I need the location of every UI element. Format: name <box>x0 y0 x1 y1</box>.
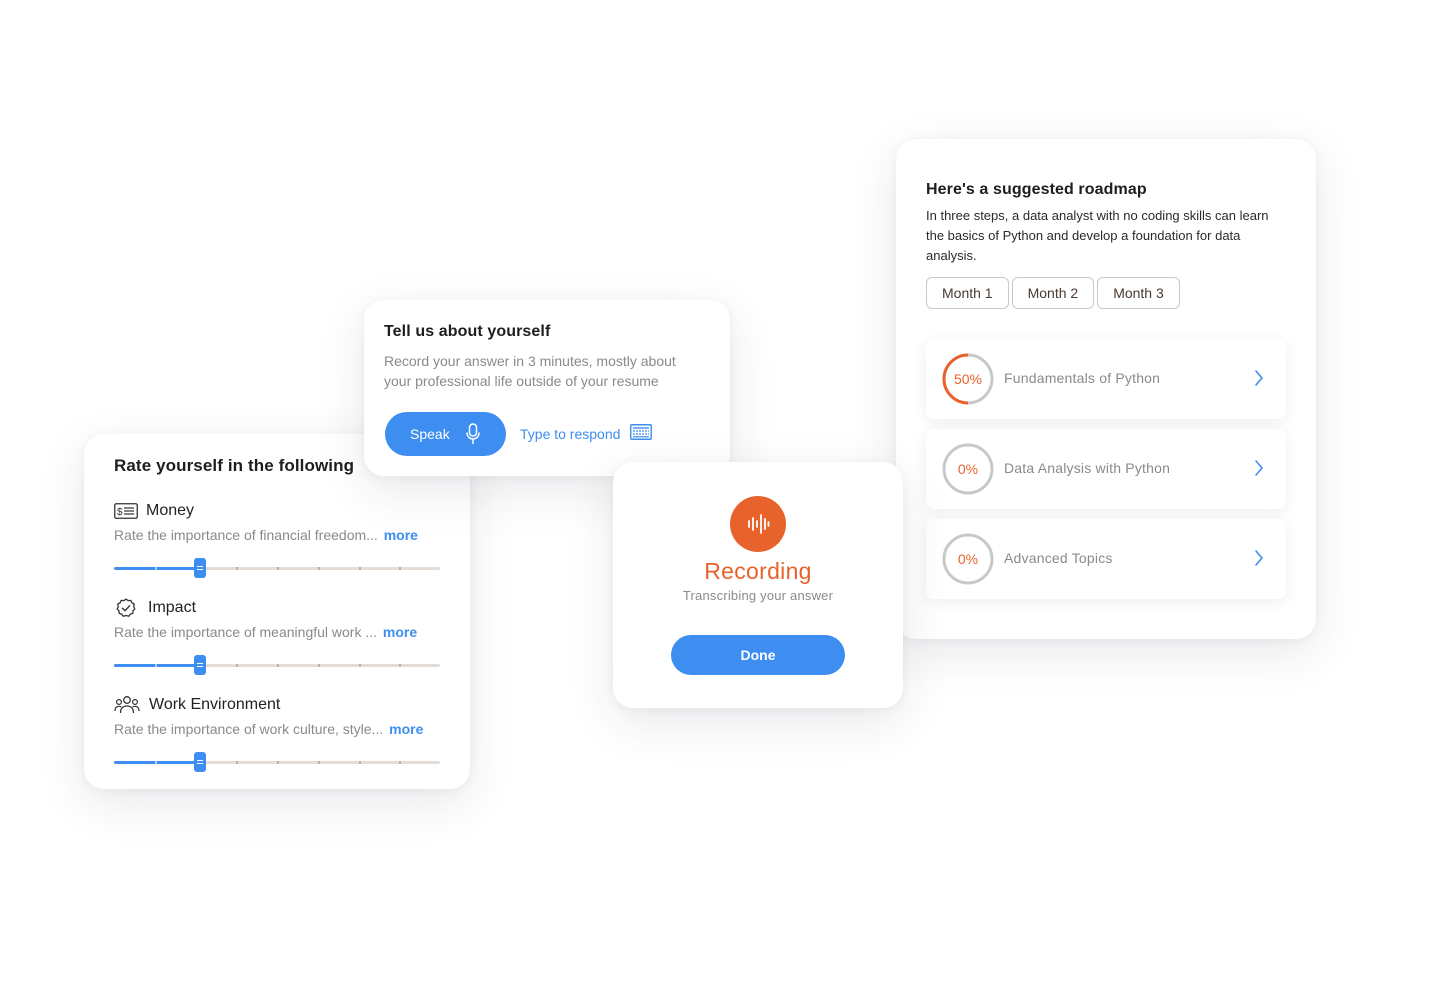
slider-tick <box>155 567 157 570</box>
slider-fill <box>114 567 200 570</box>
rate-item-description: Rate the importance of meaningful work .… <box>114 624 418 640</box>
slider-tick <box>277 664 279 667</box>
roadmap-description: In three steps, a data analyst with no c… <box>926 208 1269 263</box>
slider-tick <box>236 664 238 667</box>
tell-card-title: Tell us about yourself <box>384 323 551 340</box>
recording-card: Recording Transcribing your answer Done <box>613 462 903 708</box>
slider-tick <box>277 567 279 570</box>
done-button[interactable]: Done <box>671 635 845 675</box>
slider-tick <box>277 761 279 764</box>
roadmap-title: Here's a suggested roadmap <box>926 181 1147 198</box>
rate-item-label: Money <box>146 502 195 519</box>
progress-ring: 0% <box>942 443 994 495</box>
importance-slider[interactable] <box>114 752 440 772</box>
progress-percent: 50% <box>953 371 983 387</box>
progress-percent: 0% <box>957 551 979 567</box>
chevron-right-icon <box>1254 549 1264 572</box>
recording-subtitle: Transcribing your answer <box>682 588 834 603</box>
progress-ring: 50% <box>942 353 994 405</box>
slider-tick <box>399 664 401 667</box>
slider-tick <box>359 664 361 667</box>
slider-thumb[interactable] <box>194 752 206 772</box>
tell-us-card: Tell us about yourself Record your answe… <box>364 300 730 476</box>
slider-tick <box>236 761 238 764</box>
rate-item-impact: Impact Rate the importance of meaningful… <box>114 597 440 687</box>
microphone-icon <box>466 423 480 448</box>
slider-tick <box>318 567 320 570</box>
speak-button[interactable]: Speak <box>385 412 506 456</box>
slider-tick <box>399 761 401 764</box>
slider-fill <box>114 664 200 667</box>
rate-item-description: Rate the importance of work culture, sty… <box>114 721 424 737</box>
tell-card-description: Record your answer in 3 minutes, mostly … <box>384 353 676 389</box>
progress-ring: 0% <box>942 533 994 585</box>
slider-tick <box>359 761 361 764</box>
roadmap-step[interactable]: 50% Fundamentals of Python <box>926 339 1286 419</box>
slider-tick <box>318 761 320 764</box>
month-tabs: Month 1 Month 2 Month 3 <box>926 277 1180 309</box>
sound-wave-icon <box>730 496 786 552</box>
roadmap-step[interactable]: 0% Data Analysis with Python <box>926 429 1286 509</box>
slider-tick <box>359 567 361 570</box>
svg-text:$: $ <box>117 507 123 518</box>
keyboard-icon <box>630 424 653 443</box>
progress-percent: 0% <box>957 461 979 477</box>
more-link[interactable]: more <box>389 721 423 737</box>
step-name: Advanced Topics <box>1004 550 1113 566</box>
people-group-icon <box>114 694 140 716</box>
rate-item-money: $ Money Rate the importance of financial… <box>114 500 440 590</box>
slider-tick <box>399 567 401 570</box>
slider-tick <box>155 664 157 667</box>
type-to-respond-label: Type to respond <box>520 425 621 442</box>
roadmap-step[interactable]: 0% Advanced Topics <box>926 519 1286 599</box>
tab-month-2[interactable]: Month 2 <box>1011 277 1095 309</box>
step-name: Data Analysis with Python <box>1004 460 1171 476</box>
speak-label: Speak <box>410 426 450 442</box>
more-link[interactable]: more <box>384 527 418 543</box>
slider-fill <box>114 761 200 764</box>
importance-slider[interactable] <box>114 558 440 578</box>
tab-month-1[interactable]: Month 1 <box>926 277 1009 309</box>
rate-item-description: Rate the importance of financial freedom… <box>114 527 418 543</box>
importance-slider[interactable] <box>114 655 440 675</box>
recording-title: Recording <box>704 558 812 584</box>
roadmap-card: Here's a suggested roadmap In three step… <box>896 139 1316 639</box>
rate-yourself-card: Rate yourself in the following $ Money R… <box>84 434 470 789</box>
slider-tick <box>236 567 238 570</box>
slider-thumb[interactable] <box>194 558 206 578</box>
slider-thumb[interactable] <box>194 655 206 675</box>
money-icon: $ <box>114 500 138 522</box>
tab-month-3[interactable]: Month 3 <box>1097 277 1180 309</box>
rate-card-title: Rate yourself in the following <box>114 456 355 475</box>
type-to-respond-link[interactable]: Type to respond <box>520 424 653 443</box>
chevron-right-icon <box>1254 369 1264 392</box>
slider-tick <box>155 761 157 764</box>
rate-item-label: Impact <box>148 599 197 616</box>
chevron-right-icon <box>1254 459 1264 482</box>
rate-item-work-environment: Work Environment Rate the importance of … <box>114 694 440 784</box>
more-link[interactable]: more <box>383 624 417 640</box>
rate-item-label: Work Environment <box>149 696 281 713</box>
step-name: Fundamentals of Python <box>1004 370 1161 386</box>
badge-check-icon <box>114 597 138 619</box>
slider-tick <box>318 664 320 667</box>
